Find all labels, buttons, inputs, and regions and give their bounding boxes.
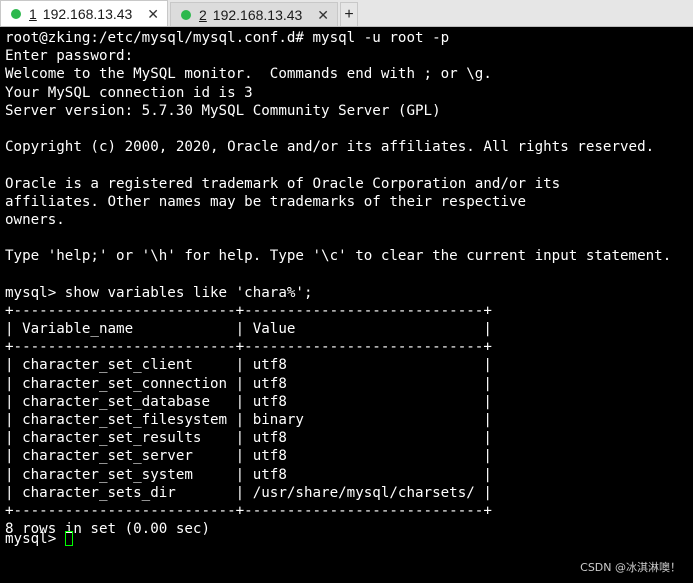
terminal-line: Your MySQL connection id is 3 bbox=[5, 84, 253, 101]
terminal-line: Server version: 5.7.30 MySQL Community S… bbox=[5, 102, 441, 119]
tab-session-2[interactable]: 2 192.168.13.43 ✕ bbox=[170, 2, 338, 26]
terminal-line: +--------------------------+------------… bbox=[5, 302, 492, 319]
terminal-line: +--------------------------+------------… bbox=[5, 339, 492, 356]
terminal-line: | character_set_system | utf8 | bbox=[5, 466, 492, 483]
terminal-line: Type 'help;' or '\h' for help. Type '\c'… bbox=[5, 248, 672, 265]
terminal-line: | character_set_client | utf8 | bbox=[5, 357, 492, 374]
terminal-line: root@zking:/etc/mysql/mysql.conf.d# mysq… bbox=[5, 30, 450, 46]
new-tab-button[interactable]: + bbox=[340, 2, 358, 26]
watermark: CSDN @冰淇淋噢！ bbox=[580, 561, 681, 574]
terminal-line: 8 rows in set (0.00 sec) bbox=[5, 521, 210, 538]
terminal-line: affiliates. Other names may be trademark… bbox=[5, 193, 527, 210]
command-prompt[interactable]: mysql> bbox=[5, 530, 73, 548]
connected-status-icon bbox=[11, 8, 21, 19]
connected-status-icon bbox=[181, 9, 191, 20]
terminal-line: Oracle is a registered trademark of Orac… bbox=[5, 175, 561, 192]
terminal-line: Welcome to the MySQL monitor. Commands e… bbox=[5, 66, 492, 83]
terminal-line: Copyright (c) 2000, 2020, Oracle and/or … bbox=[5, 139, 655, 156]
terminal-line: | Variable_name | Value | bbox=[5, 321, 492, 337]
terminal-line: | character_set_database | utf8 | bbox=[5, 393, 492, 410]
terminal-output[interactable]: root@zking:/etc/mysql/mysql.conf.d# mysq… bbox=[0, 29, 693, 583]
terminal-line: | character_set_connection | utf8 | bbox=[5, 375, 492, 392]
terminal-line: owners. bbox=[5, 211, 65, 228]
tab-title: 192.168.13.43 bbox=[212, 6, 303, 23]
terminal-line: mysql> show variables like 'chara%'; bbox=[5, 284, 313, 301]
tab-session-1[interactable]: 1 192.168.13.43 ✕ bbox=[0, 0, 168, 26]
prompt-text: mysql> bbox=[5, 531, 65, 547]
tab-number: 1 bbox=[29, 5, 37, 22]
terminal-window: 1 192.168.13.43 ✕ 2 192.168.13.43 ✕ + ro… bbox=[0, 0, 693, 583]
terminal-cursor bbox=[64, 531, 73, 546]
terminal-line: | character_set_results | utf8 | bbox=[5, 430, 492, 447]
terminal-line: Enter password: bbox=[5, 48, 134, 65]
close-icon[interactable]: ✕ bbox=[317, 8, 329, 22]
terminal-line: | character_set_server | utf8 | bbox=[5, 448, 492, 465]
terminal-line: +--------------------------+------------… bbox=[5, 502, 492, 519]
close-icon[interactable]: ✕ bbox=[147, 7, 159, 21]
terminal-line: | character_sets_dir | /usr/share/mysql/… bbox=[5, 484, 492, 501]
terminal-line: | character_set_filesystem | binary | bbox=[5, 411, 492, 428]
tab-number: 2 bbox=[199, 6, 207, 23]
tab-bar: 1 192.168.13.43 ✕ 2 192.168.13.43 ✕ + bbox=[0, 0, 693, 27]
tab-title: 192.168.13.43 bbox=[42, 5, 133, 22]
